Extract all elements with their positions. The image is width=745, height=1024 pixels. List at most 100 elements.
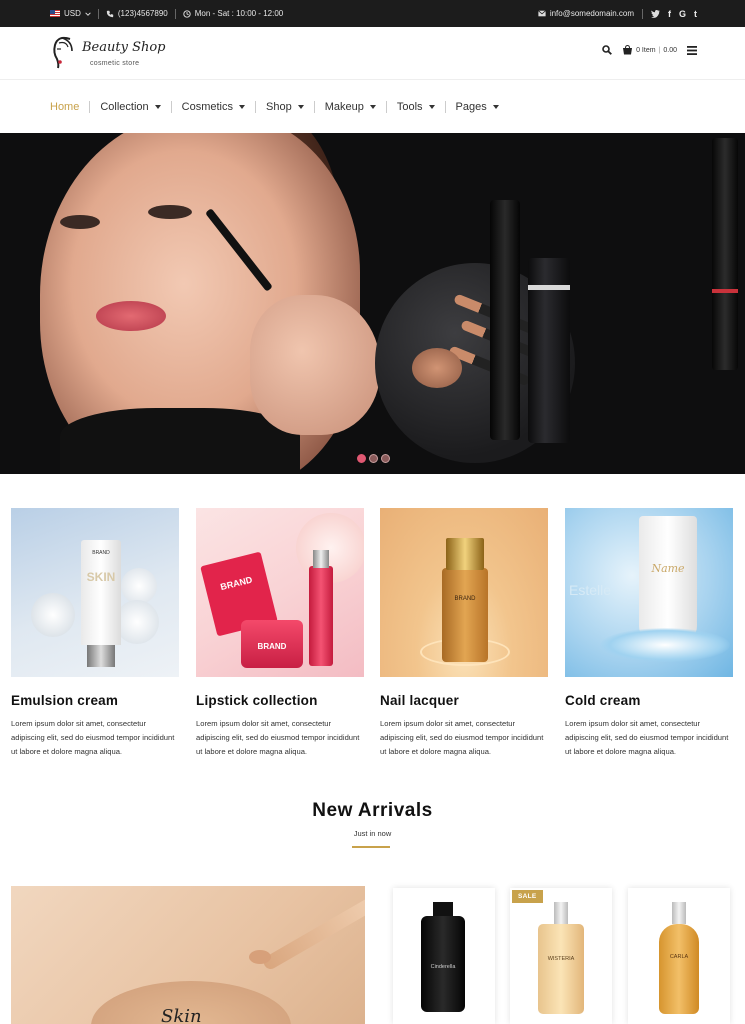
gold-bottle: WISTERIA bbox=[538, 924, 584, 1014]
us-flag-icon bbox=[50, 10, 60, 17]
logo-subtitle: cosmetic store bbox=[90, 60, 140, 67]
caret-down-icon bbox=[154, 104, 161, 109]
serum-cap bbox=[313, 550, 329, 568]
category-card[interactable]: Estelle Name Cold cream Lorem ipsum dolo… bbox=[565, 508, 733, 759]
hero-model-hand bbox=[250, 295, 380, 435]
divider bbox=[174, 8, 176, 19]
makeup-brush-head bbox=[412, 348, 462, 388]
hero-slider[interactable] bbox=[0, 133, 745, 474]
category-title[interactable]: Nail lacquer bbox=[380, 693, 548, 708]
lacquer-cap bbox=[446, 538, 484, 570]
mascara-wand bbox=[490, 200, 520, 440]
chevron-down-icon bbox=[85, 11, 91, 16]
shopping-bag-icon bbox=[623, 45, 633, 55]
nav-item-cosmetics[interactable]: Cosmetics bbox=[172, 101, 255, 113]
bottle-brand: BRAND bbox=[454, 596, 476, 602]
tube-brand: BRAND bbox=[92, 550, 110, 556]
tube-label: Name bbox=[651, 562, 685, 575]
nav-item-tools[interactable]: Tools bbox=[387, 101, 445, 113]
category-description: Lorem ipsum dolor sit amet, consectetur … bbox=[196, 719, 360, 756]
category-title[interactable]: Cold cream bbox=[565, 693, 733, 708]
hero-model-eye bbox=[60, 215, 100, 229]
currency-label: USD bbox=[64, 9, 81, 18]
bottle-label: WISTERIA bbox=[547, 956, 575, 962]
logo-title: Beauty Shop bbox=[82, 40, 166, 55]
background-brand: Estelle bbox=[569, 582, 612, 598]
nav-label: Tools bbox=[396, 100, 423, 113]
makeup-swatch bbox=[261, 894, 365, 972]
hamburger-menu-icon[interactable] bbox=[687, 45, 697, 55]
twitter-icon[interactable] bbox=[651, 9, 660, 18]
cart-button[interactable]: 0 Item | 0.00 bbox=[622, 45, 677, 55]
flower-decoration bbox=[121, 568, 157, 604]
promo-banner[interactable]: Skin bbox=[11, 886, 365, 1024]
pump-head bbox=[672, 902, 686, 924]
nail-lacquer-bottle: BRAND bbox=[442, 568, 488, 662]
cart-item-count: 0 Item bbox=[636, 46, 656, 54]
nav-label: Shop bbox=[266, 100, 292, 113]
slider-dot[interactable] bbox=[369, 454, 378, 463]
search-icon[interactable] bbox=[602, 45, 613, 55]
product-card[interactable]: Cinderella bbox=[393, 888, 495, 1024]
section-underline bbox=[352, 846, 390, 848]
nav-item-pages[interactable]: Pages bbox=[446, 101, 509, 113]
currency-selector[interactable]: USD bbox=[50, 9, 91, 18]
lip-tube bbox=[712, 138, 738, 370]
email-link[interactable]: info@somedomain.com bbox=[537, 9, 634, 18]
black-bottle: Cinderella bbox=[421, 916, 465, 1012]
product-card[interactable]: SALE WISTERIA bbox=[510, 888, 612, 1024]
cart-divider: | bbox=[658, 46, 661, 54]
serum-bottle bbox=[309, 566, 333, 666]
bottle-label: CARLA bbox=[669, 954, 689, 960]
cream-tube: BRAND SKIN bbox=[81, 540, 121, 645]
divider bbox=[641, 8, 643, 19]
nav-label: Makeup bbox=[324, 100, 364, 113]
category-image[interactable]: BRAND SKIN bbox=[11, 508, 179, 677]
phone-info[interactable]: (123)4567890 bbox=[106, 9, 168, 18]
box-brand: BRAND bbox=[219, 574, 254, 593]
slider-dot[interactable] bbox=[357, 454, 366, 463]
nav-item-home[interactable]: Home bbox=[50, 101, 89, 113]
main-nav: Home Collection Cosmetics Shop Makeup To… bbox=[0, 80, 745, 133]
cotton-swab-tip bbox=[249, 950, 271, 964]
product-card[interactable]: CARLA bbox=[628, 888, 730, 1024]
mascara-band bbox=[528, 285, 570, 290]
google-icon[interactable]: G bbox=[679, 9, 686, 19]
category-description: Lorem ipsum dolor sit amet, consectetur … bbox=[380, 719, 544, 756]
email-address: info@somedomain.com bbox=[549, 9, 634, 18]
tumblr-icon[interactable]: t bbox=[694, 9, 697, 19]
flower-decoration bbox=[31, 593, 75, 637]
facebook-icon[interactable]: f bbox=[668, 9, 671, 19]
category-card[interactable]: BRAND Nail lacquer Lorem ipsum dolor sit… bbox=[380, 508, 548, 759]
cream-jar: BRAND bbox=[241, 620, 303, 668]
nav-item-collection[interactable]: Collection bbox=[90, 101, 170, 113]
nav-label: Pages bbox=[455, 100, 487, 113]
category-card[interactable]: BRAND SKIN Emulsion cream Lorem ipsum do… bbox=[11, 508, 179, 759]
logo[interactable]: Beauty Shop cosmetic store bbox=[50, 35, 170, 73]
pump-head bbox=[554, 902, 568, 924]
phone-icon bbox=[106, 10, 114, 17]
nav-item-makeup[interactable]: Makeup bbox=[315, 101, 386, 113]
category-image[interactable]: BRAND BRAND bbox=[196, 508, 364, 677]
divider bbox=[97, 8, 99, 19]
category-title[interactable]: Emulsion cream bbox=[11, 693, 179, 708]
caret-down-icon bbox=[428, 104, 435, 109]
amber-bottle: CARLA bbox=[659, 924, 699, 1014]
top-bar: USD (123)4567890 Mon - Sat : 10:00 - 12:… bbox=[0, 0, 745, 27]
nav-item-shop[interactable]: Shop bbox=[256, 101, 314, 113]
slider-dot[interactable] bbox=[381, 454, 390, 463]
category-card[interactable]: BRAND BRAND Lipstick collection Lorem ip… bbox=[196, 508, 364, 759]
category-title[interactable]: Lipstick collection bbox=[196, 693, 364, 708]
nav-label: Home bbox=[50, 100, 80, 113]
caret-down-icon bbox=[369, 104, 376, 109]
lip-tube-band bbox=[712, 289, 738, 293]
envelope-icon bbox=[537, 10, 546, 17]
phone-number: (123)4567890 bbox=[117, 9, 168, 18]
hours-info: Mon - Sat : 10:00 - 12:00 bbox=[183, 9, 283, 18]
category-image[interactable]: Estelle Name bbox=[565, 508, 733, 677]
category-image[interactable]: BRAND bbox=[380, 508, 548, 677]
sale-badge: SALE bbox=[512, 890, 543, 903]
hero-model-lips bbox=[96, 301, 166, 331]
promo-text: Skin bbox=[161, 1006, 202, 1024]
category-description: Lorem ipsum dolor sit amet, consectetur … bbox=[565, 719, 729, 756]
